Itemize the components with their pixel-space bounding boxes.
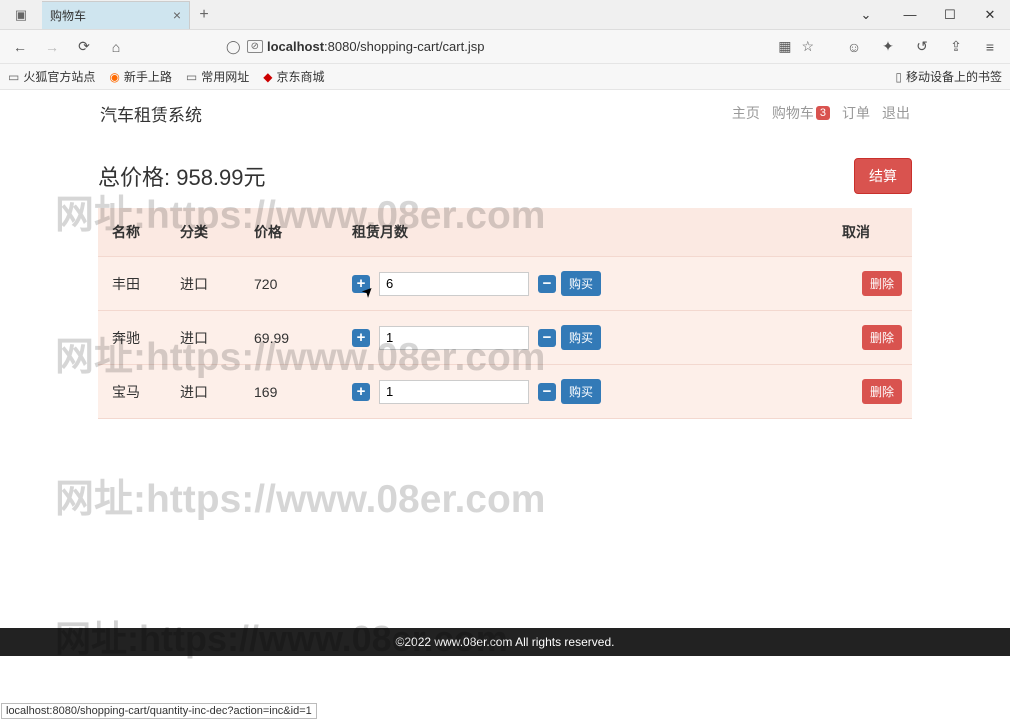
cell-cancel: 删除 bbox=[832, 311, 912, 365]
nav-cart[interactable]: 购物车3 bbox=[772, 103, 830, 123]
checkout-button[interactable]: 结算 bbox=[854, 158, 912, 194]
delete-button[interactable]: 删除 bbox=[862, 379, 902, 404]
delete-button[interactable]: 删除 bbox=[862, 271, 902, 296]
browser-tab-active[interactable]: 购物车 × bbox=[42, 1, 190, 29]
shield-icon: ◯ bbox=[226, 39, 241, 55]
decrement-button[interactable]: − bbox=[538, 383, 556, 401]
nav-links: 主页 购物车3 订单 退出 bbox=[732, 103, 910, 123]
cell-quantity: + −购买 bbox=[342, 365, 832, 419]
url-bar[interactable]: ◯ ⊘ localhost:8080/shopping-cart/cart.js… bbox=[226, 39, 770, 55]
cell-name: 丰田 bbox=[98, 257, 170, 311]
library-icon[interactable]: ⇪ bbox=[944, 35, 968, 59]
decrement-button[interactable]: − bbox=[538, 275, 556, 293]
cell-category: 进口 bbox=[170, 311, 244, 365]
url-path: :8080/shopping-cart/cart.jsp bbox=[324, 39, 484, 54]
cell-price: 720 bbox=[244, 257, 342, 311]
increment-button[interactable]: + bbox=[352, 329, 370, 347]
maximize-button[interactable]: ☐ bbox=[930, 1, 970, 29]
tab-title: 购物车 bbox=[50, 7, 173, 24]
tab-strip: ▣ 购物车 × + bbox=[0, 0, 218, 29]
sync-icon[interactable]: ↺ bbox=[910, 35, 934, 59]
cart-badge: 3 bbox=[816, 106, 830, 120]
close-window-button[interactable]: ✕ bbox=[970, 1, 1010, 29]
new-tab-button[interactable]: + bbox=[190, 6, 218, 24]
browser-title-bar: ▣ 购物车 × + ⌄ — ☐ ✕ bbox=[0, 0, 1010, 30]
qr-icon[interactable]: ▦ bbox=[778, 38, 791, 55]
cell-cancel: 删除 bbox=[832, 365, 912, 419]
url-host: localhost bbox=[267, 39, 324, 54]
quantity-input[interactable] bbox=[379, 326, 529, 350]
th-category: 分类 bbox=[170, 208, 244, 257]
th-price: 价格 bbox=[244, 208, 342, 257]
cell-name: 宝马 bbox=[98, 365, 170, 419]
lock-icon: ⊘ bbox=[247, 40, 263, 53]
quantity-input[interactable] bbox=[379, 272, 529, 296]
page-footer: ©2022 www.08er.com All rights reserved. bbox=[0, 628, 1010, 656]
decrement-button[interactable]: − bbox=[538, 329, 556, 347]
cell-category: 进口 bbox=[170, 365, 244, 419]
reload-button[interactable]: ⟳ bbox=[72, 35, 96, 59]
bookmark-item-newbie[interactable]: ◉新手上路 bbox=[109, 68, 172, 85]
table-row: 宝马进口169 + −购买 删除 bbox=[98, 365, 912, 419]
menu-icon[interactable]: ≡ bbox=[978, 35, 1002, 59]
page-content: 网址:https://www.08er.com 网址:https://www.0… bbox=[0, 90, 1010, 678]
forward-button[interactable]: → bbox=[40, 35, 64, 59]
nav-order[interactable]: 订单 bbox=[842, 103, 870, 123]
bookmark-mobile[interactable]: ▯移动设备上的书签 bbox=[895, 68, 1002, 85]
account-icon[interactable]: ☺ bbox=[842, 35, 866, 59]
bookmark-item-jd[interactable]: ◆京东商城 bbox=[263, 68, 324, 85]
app-shield-icon: ▣ bbox=[0, 1, 42, 29]
cell-price: 69.99 bbox=[244, 311, 342, 365]
buy-button[interactable]: 购买 bbox=[561, 271, 601, 296]
page-header: 汽车租赁系统 主页 购物车3 订单 退出 bbox=[0, 90, 1010, 136]
tab-close-icon[interactable]: × bbox=[173, 7, 181, 23]
increment-button[interactable]: + bbox=[352, 275, 370, 293]
cell-name: 奔驰 bbox=[98, 311, 170, 365]
cell-cancel: 删除 bbox=[832, 257, 912, 311]
watermark: 网址:https://www.08er.com bbox=[55, 468, 545, 524]
url-text: localhost:8080/shopping-cart/cart.jsp bbox=[267, 39, 485, 54]
browser-nav-bar: ← → ⟳ ⌂ ◯ ⊘ localhost:8080/shopping-cart… bbox=[0, 30, 1010, 64]
table-row: 丰田进口720 + −购买 删除 bbox=[98, 257, 912, 311]
th-cancel: 取消 bbox=[832, 208, 912, 257]
window-controls: ⌄ — ☐ ✕ bbox=[846, 1, 1010, 29]
back-button[interactable]: ← bbox=[8, 35, 32, 59]
cell-quantity: + −购买 bbox=[342, 311, 832, 365]
total-price: 总价格: 958.99元 bbox=[98, 160, 266, 192]
cell-category: 进口 bbox=[170, 257, 244, 311]
bookmark-item-common[interactable]: ▭常用网址 bbox=[186, 68, 249, 85]
bookmark-bar: ▭火狐官方站点 ◉新手上路 ▭常用网址 ◆京东商城 ▯移动设备上的书签 bbox=[0, 64, 1010, 90]
home-button[interactable]: ⌂ bbox=[104, 35, 128, 59]
nav-home[interactable]: 主页 bbox=[732, 103, 760, 123]
nav-logout[interactable]: 退出 bbox=[882, 103, 910, 123]
brand-title: 汽车租赁系统 bbox=[100, 101, 202, 126]
delete-button[interactable]: 删除 bbox=[862, 325, 902, 350]
buy-button[interactable]: 购买 bbox=[561, 325, 601, 350]
cart-table: 名称 分类 价格 租赁月数 取消 丰田进口720+−购买删除奔驰进口69.99+… bbox=[98, 208, 912, 419]
th-quantity: 租赁月数 bbox=[342, 208, 832, 257]
tab-overflow-icon[interactable]: ⌄ bbox=[846, 1, 886, 29]
browser-status-bar: localhost:8080/shopping-cart/quantity-in… bbox=[1, 703, 317, 719]
extensions-icon[interactable]: ✦ bbox=[876, 35, 900, 59]
bookmark-icon[interactable]: ☆ bbox=[801, 38, 814, 55]
th-name: 名称 bbox=[98, 208, 170, 257]
table-row: 奔驰进口69.99 + −购买 删除 bbox=[98, 311, 912, 365]
buy-button[interactable]: 购买 bbox=[561, 379, 601, 404]
total-row: 总价格: 958.99元 结算 bbox=[98, 136, 912, 208]
quantity-input[interactable] bbox=[379, 380, 529, 404]
cell-price: 169 bbox=[244, 365, 342, 419]
minimize-button[interactable]: — bbox=[890, 1, 930, 29]
bookmark-item-firefox[interactable]: ▭火狐官方站点 bbox=[8, 68, 95, 85]
cell-quantity: + −购买 bbox=[342, 257, 832, 311]
increment-button[interactable]: + bbox=[352, 383, 370, 401]
